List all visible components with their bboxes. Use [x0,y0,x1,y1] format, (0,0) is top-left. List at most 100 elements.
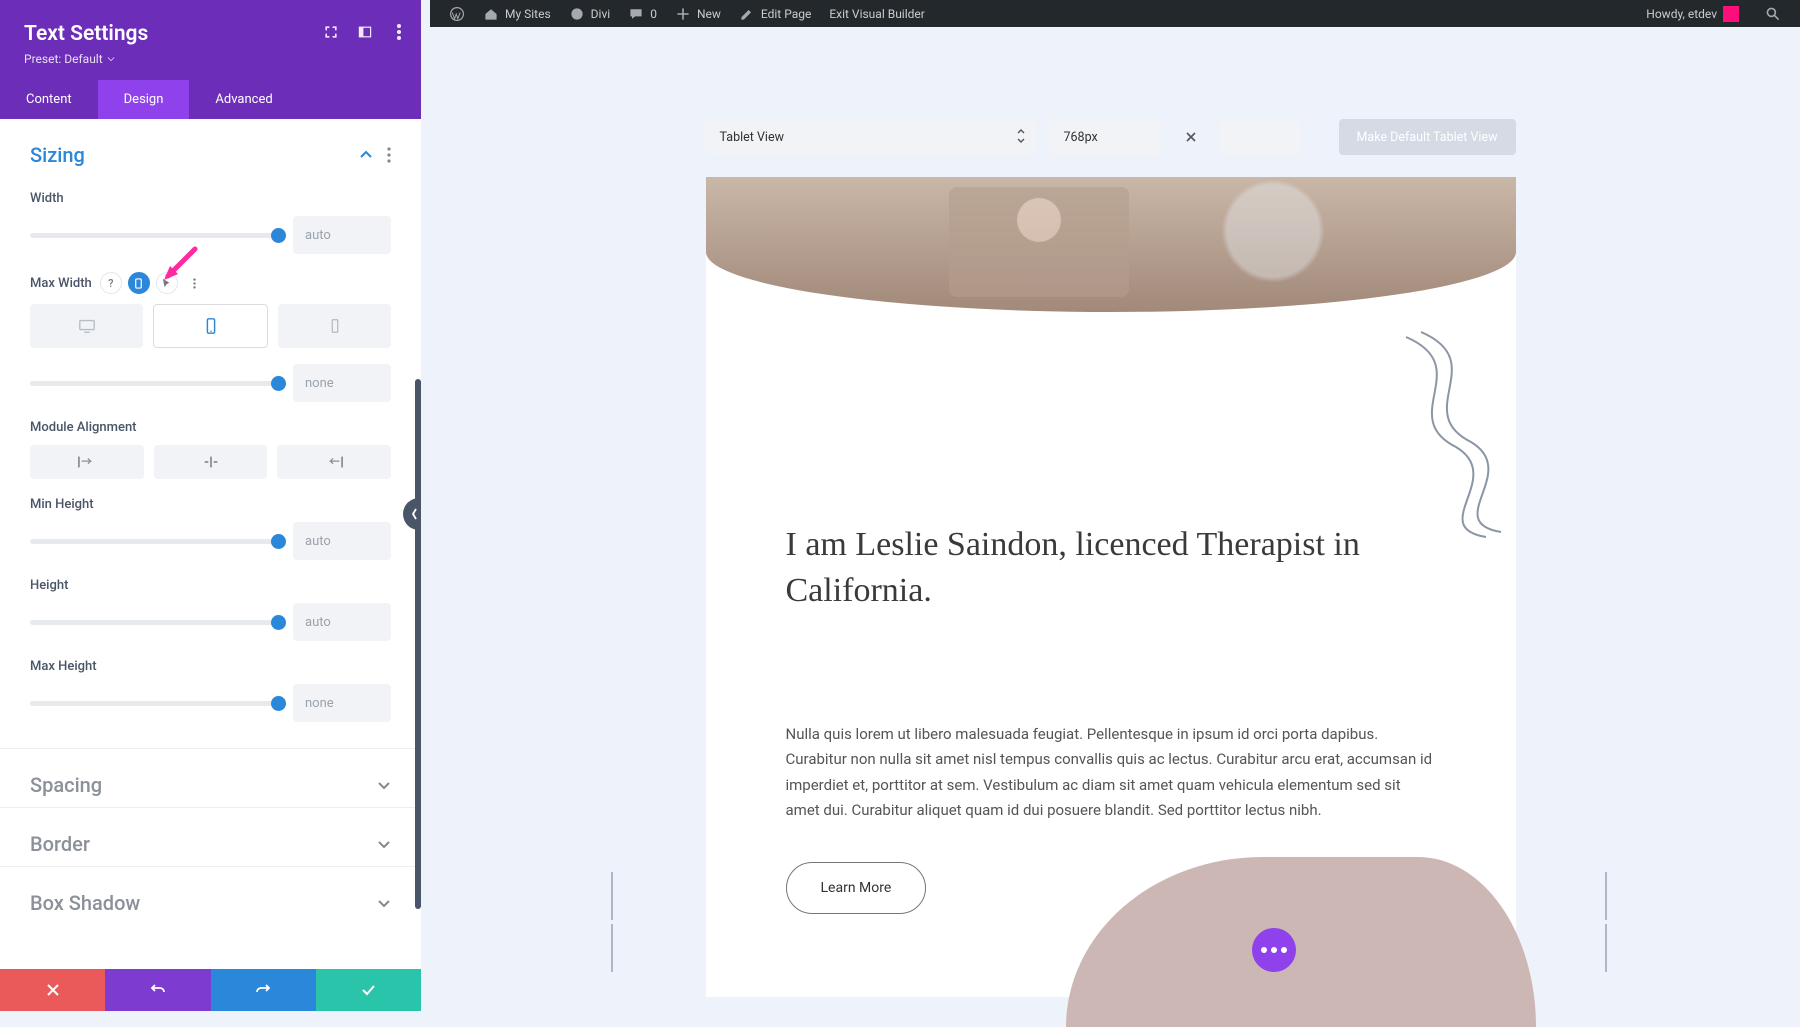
max-height-slider[interactable] [30,701,279,706]
slider-knob[interactable] [271,376,286,391]
preset-label: Preset: Default [24,52,103,66]
min-height-value: auto [305,534,331,549]
comment-icon [628,6,644,22]
exit-vb-label: Exit Visual Builder [829,7,925,21]
make-default-view-button[interactable]: Make Default Tablet View [1339,119,1516,155]
slider-knob[interactable] [271,534,286,549]
wordpress-icon [449,6,465,22]
wp-logo[interactable] [440,0,474,27]
slider-knob[interactable] [271,696,286,711]
device-phone-tab[interactable] [278,304,391,348]
help-button[interactable]: ? [100,272,122,294]
tab-advanced[interactable]: Advanced [189,80,298,119]
height-slider[interactable] [30,620,279,625]
min-height-control: Min Height auto [30,497,391,560]
learn-more-label: Learn More [821,880,892,896]
section-box-shadow-header[interactable]: Box Shadow [30,885,391,921]
chevron-up-icon [359,148,373,162]
height-value: auto [305,615,331,630]
align-center-button[interactable] [154,445,268,479]
tab-content[interactable]: Content [0,80,98,119]
max-width-input[interactable]: none [293,364,391,402]
section-spacing-title: Spacing [30,773,102,797]
align-left-button[interactable] [30,445,144,479]
settings-panel: Text Settings Preset: Default Content De… [0,0,421,1011]
max-width-label: Max Width [30,276,92,291]
exit-vb-link[interactable]: Exit Visual Builder [820,0,934,27]
check-icon [360,982,376,998]
preset-selector[interactable]: Preset: Default [24,52,397,66]
divi-link[interactable]: Divi [560,0,620,27]
howdy-user[interactable]: Howdy, etdev [1637,6,1748,22]
align-center-icon [202,456,220,468]
width-control: Width auto [30,191,391,254]
viewport-width-input[interactable]: 768px [1050,119,1162,155]
max-height-label: Max Height [30,659,391,674]
module-actions-fab[interactable] [1252,928,1296,972]
align-left-icon [78,456,96,468]
plus-icon [675,6,691,22]
min-height-label: Min Height [30,497,391,512]
dots-icon [1271,947,1277,953]
min-height-slider[interactable] [30,539,279,544]
expand-icon [323,24,339,40]
my-sites-label: My Sites [505,7,551,21]
learn-more-button[interactable]: Learn More [786,862,927,914]
section-sizing-header[interactable]: Sizing [30,137,391,173]
undo-button[interactable] [105,969,210,1011]
module-alignment-label: Module Alignment [30,420,391,435]
height-label: Height [30,578,391,593]
width-slider[interactable] [30,233,279,238]
dock-button[interactable] [357,24,373,44]
hero-people-placeholder [949,187,1129,297]
redo-button[interactable] [211,969,316,1011]
device-desktop-tab[interactable] [30,304,143,348]
slider-knob[interactable] [271,228,286,243]
chevron-down-icon [377,778,391,792]
expand-button[interactable] [323,24,339,44]
preview-canvas: Tablet View 768px Make Default Tablet Vi… [421,27,1800,1011]
align-right-button[interactable] [277,445,391,479]
width-input[interactable]: auto [293,216,391,254]
kebab-icon [189,278,200,289]
caret-down-icon [107,55,115,63]
sidebar-icon [357,24,373,40]
edit-page-label: Edit Page [761,7,811,21]
phone-icon [326,317,344,335]
section-more-button[interactable] [387,147,391,163]
edit-page-link[interactable]: Edit Page [730,0,820,27]
section-spacing-header[interactable]: Spacing [30,767,391,803]
section-sizing: Sizing Width auto Max Width ? [0,119,421,749]
min-height-input[interactable]: auto [293,522,391,560]
height-control: Height auto [30,578,391,641]
section-border-header[interactable]: Border [30,826,391,862]
clear-width-button[interactable] [1176,119,1206,155]
comments-link[interactable]: 0 [619,0,666,27]
responsive-toggle[interactable] [128,272,150,294]
new-link[interactable]: New [666,0,730,27]
max-height-input[interactable]: none [293,684,391,722]
viewport-width-secondary[interactable] [1220,119,1300,155]
responsive-toolbar: Tablet View 768px Make Default Tablet Vi… [706,119,1516,155]
search-icon [1765,6,1781,22]
device-tabs [30,304,391,348]
slider-knob[interactable] [271,615,286,630]
tab-design[interactable]: Design [98,80,190,119]
height-input[interactable]: auto [293,603,391,641]
my-sites-link[interactable]: My Sites [474,0,560,27]
max-width-helpers: ? [100,272,206,294]
panel-more-button[interactable] [391,24,407,44]
view-select[interactable]: Tablet View [706,119,1036,155]
option-more-button[interactable] [184,272,206,294]
device-tablet-tab[interactable] [153,304,268,348]
cursor-icon [161,278,172,289]
max-width-slider[interactable] [30,381,279,386]
select-arrows-icon [1016,127,1026,149]
decorative-bars-right [1605,872,1611,920]
hover-toggle[interactable] [156,272,178,294]
section-border-title: Border [30,832,90,856]
discard-button[interactable] [0,969,105,1011]
max-width-control: Max Width ? none [30,272,391,402]
save-button[interactable] [316,969,421,1011]
search-toggle[interactable] [1756,6,1790,22]
